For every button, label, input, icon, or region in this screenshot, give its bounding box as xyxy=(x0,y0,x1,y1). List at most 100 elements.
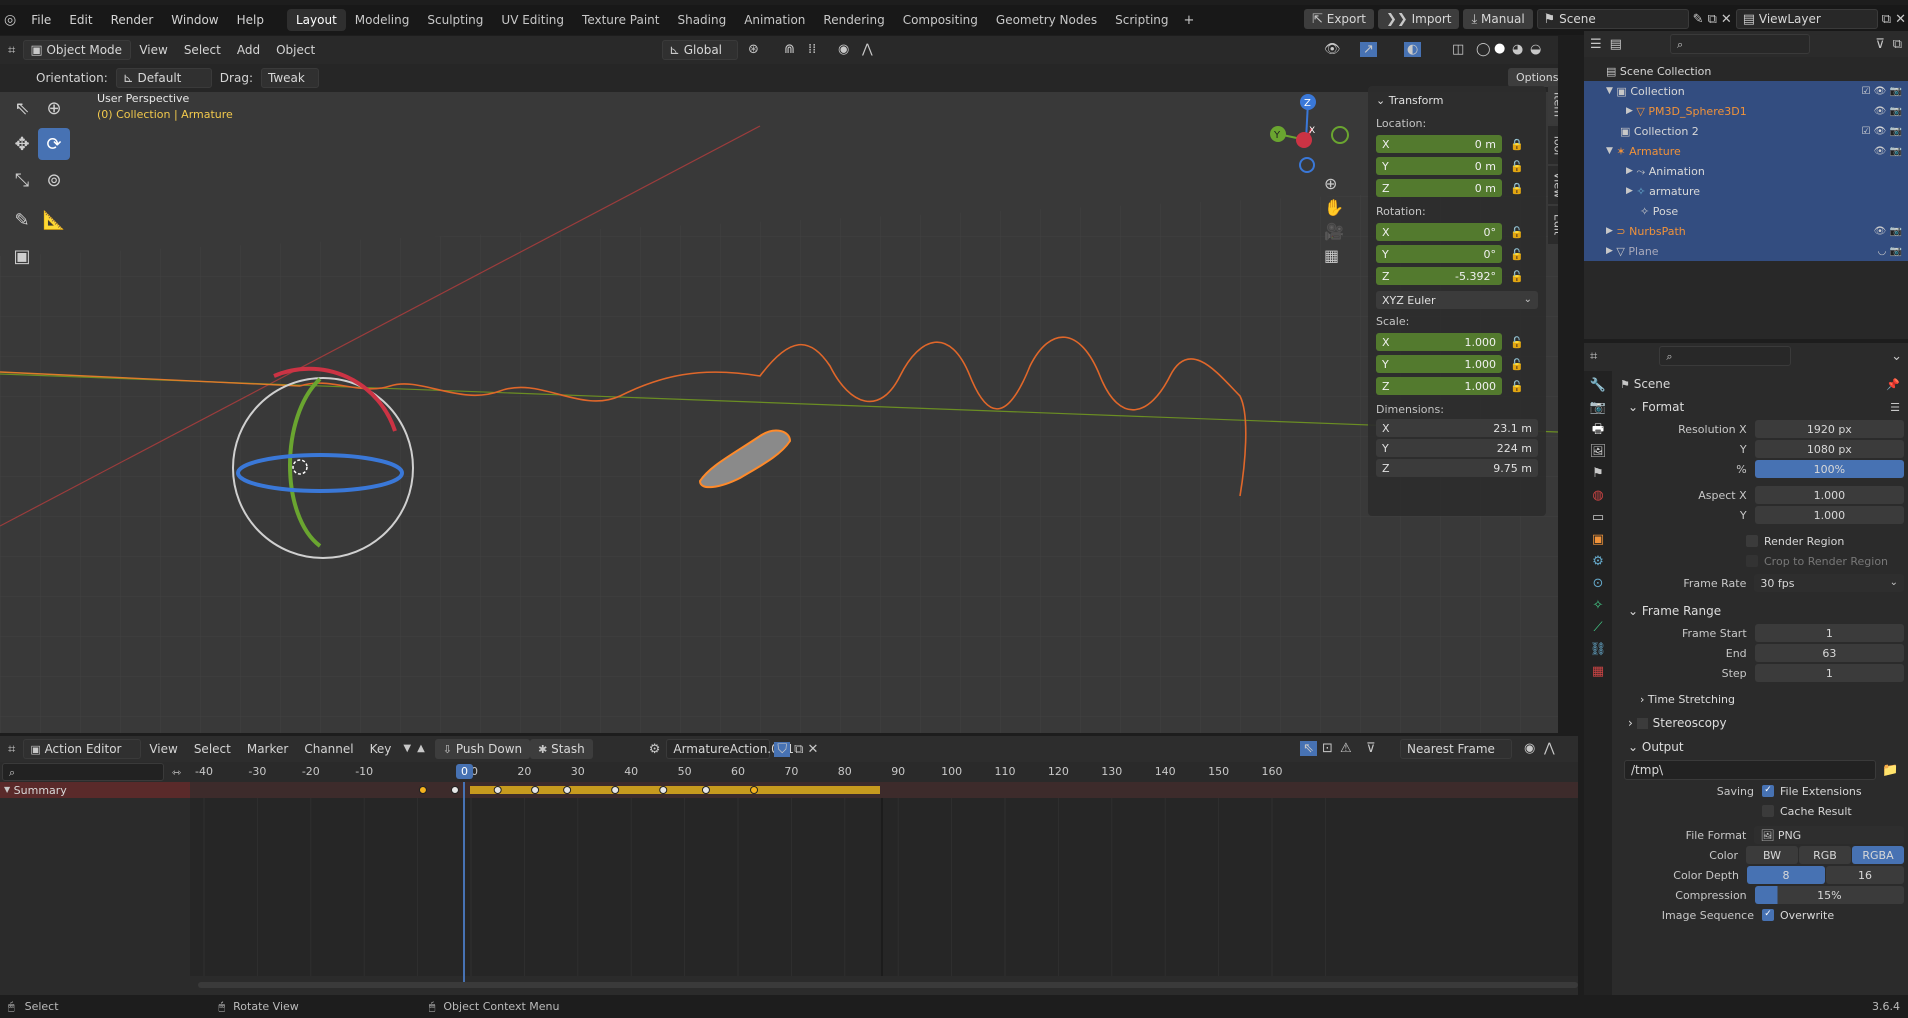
folder-icon[interactable]: 📁 xyxy=(1882,764,1898,777)
scale-tool-icon[interactable]: ⤡ xyxy=(6,164,38,196)
falloff-icon[interactable]: ⋀ xyxy=(862,43,873,56)
current-frame-indicator[interactable]: 0 xyxy=(456,764,473,779)
transform-tool-icon[interactable]: ⊚ xyxy=(38,164,70,196)
mode-selector[interactable]: ▣ Object Mode xyxy=(23,40,132,60)
manual-button[interactable]: ⤓ Manual xyxy=(1463,9,1533,29)
snap-icon[interactable]: ⋒ xyxy=(784,43,795,56)
menu-view[interactable]: View xyxy=(131,43,175,57)
color-rgba-option[interactable]: RGBA xyxy=(1852,846,1904,864)
tab-compositing[interactable]: Compositing xyxy=(894,9,987,31)
rotation-z-field[interactable]: Z -5.392° xyxy=(1376,267,1502,285)
frame-step-field[interactable]: 1 xyxy=(1754,664,1904,682)
editor-mode-dropdown[interactable]: ▣ Action Editor xyxy=(23,739,142,759)
unlock-icon[interactable]: 🔓 xyxy=(1510,249,1524,260)
tab-rendering[interactable]: Rendering xyxy=(814,9,893,31)
checkbox[interactable] xyxy=(1762,805,1774,817)
aspect-y-field[interactable]: 1.000 xyxy=(1754,506,1904,524)
view-layer-tab-icon[interactable]: 🖼 xyxy=(1590,445,1607,458)
unlock-icon[interactable]: 🔓 xyxy=(1510,271,1524,282)
scene-tab-icon[interactable]: ⚑ xyxy=(1592,467,1604,480)
action-name-field[interactable]: ArmatureAction.001 xyxy=(666,739,794,759)
keyframe-area[interactable] xyxy=(190,782,1578,995)
list-item[interactable]: ▶ ▽ Plane ◡ 📷 xyxy=(1584,241,1908,261)
scene-selector[interactable]: ⚑ Scene xyxy=(1536,9,1689,29)
scale-z-field[interactable]: Z 1.000 xyxy=(1376,377,1502,395)
errors-icon[interactable]: ⚠ xyxy=(1340,742,1352,755)
xray-icon[interactable]: ◫ xyxy=(1452,43,1464,56)
proportional-edit-icon[interactable]: ◉ xyxy=(838,43,849,56)
world-tab-icon[interactable]: ◍ xyxy=(1592,489,1603,502)
rotation-x-field[interactable]: X 0° xyxy=(1376,223,1502,241)
orientation-dropdown[interactable]: ⊾ Default xyxy=(115,68,212,88)
tab-layout[interactable]: Layout xyxy=(286,9,346,31)
unlock-icon[interactable]: 🔓 xyxy=(1510,359,1524,370)
tab-edit[interactable]: Edit xyxy=(1548,206,1558,244)
new-layer-icon[interactable]: ⧉ xyxy=(1882,13,1891,26)
render-region-checkbox[interactable]: Render Region xyxy=(1620,531,1904,551)
list-item[interactable]: ▶ ▽ PM3D_Sphere3D1 👁 📷 xyxy=(1584,101,1908,121)
cursor-tool-icon[interactable]: ⊕ xyxy=(38,92,70,124)
filter-icon[interactable]: ⊽ xyxy=(1875,38,1885,51)
snap-grid-icon[interactable]: ⁞⁞ xyxy=(808,43,816,56)
scale-x-field[interactable]: X 1.000 xyxy=(1376,333,1502,351)
menu-key[interactable]: Key xyxy=(362,742,400,756)
menu-render[interactable]: Render xyxy=(102,13,163,27)
resolution-x-field[interactable]: 1920 px xyxy=(1754,420,1904,438)
unlock-icon[interactable]: 🔓 xyxy=(1510,337,1524,348)
collection-tab-icon[interactable]: ▭ xyxy=(1592,511,1604,524)
presets-icon[interactable]: ☰ xyxy=(1890,402,1900,413)
solid-shading-icon[interactable]: ● xyxy=(1494,42,1505,55)
rotation-y-field[interactable]: Y 0° xyxy=(1376,245,1502,263)
depth-8-option[interactable]: 8 xyxy=(1747,866,1825,884)
pivot-icon[interactable]: ⊛ xyxy=(748,43,759,56)
browse-action-icon[interactable]: ⚙ xyxy=(649,743,661,756)
overlay-icon[interactable]: ◐ xyxy=(1404,42,1422,57)
only-selected-icon[interactable]: ⇖ xyxy=(1300,741,1317,756)
tab-sculpting[interactable]: Sculpting xyxy=(418,9,492,31)
list-item[interactable]: ▶ ✧ armature xyxy=(1584,181,1908,201)
checkbox[interactable] xyxy=(1746,555,1758,567)
menu-marker[interactable]: Marker xyxy=(239,742,296,756)
tab-view[interactable]: View xyxy=(1548,166,1558,204)
new-action-icon[interactable]: ⧉ xyxy=(794,743,803,756)
visibility-icons[interactable]: 👁 📷 xyxy=(1874,146,1902,157)
transform-panel-title[interactable]: ⌄ Transform xyxy=(1368,86,1546,111)
new-collection-icon[interactable]: ⧉ xyxy=(1893,38,1902,51)
editor-type-icon[interactable]: ⌗ xyxy=(8,44,15,57)
measure-tool-icon[interactable]: 📐 xyxy=(38,204,70,236)
list-item[interactable]: ▼ ✶ Armature 👁 📷 xyxy=(1584,141,1908,161)
visibility-icons[interactable]: 👁 📷 xyxy=(1874,106,1902,117)
tab-tool[interactable]: Tool xyxy=(1548,126,1558,164)
tab-texture-paint[interactable]: Texture Paint xyxy=(573,9,668,31)
physics-tab-icon[interactable]: ⊙ xyxy=(1593,577,1604,590)
tab-animation[interactable]: Animation xyxy=(735,9,814,31)
dimension-y-field[interactable]: Y 224 m xyxy=(1376,439,1538,457)
outliner-editor-icon[interactable]: ☰ xyxy=(1590,38,1602,51)
pin-icon[interactable]: 📌 xyxy=(1886,379,1900,390)
menu-edit[interactable]: Edit xyxy=(60,13,101,27)
unlock-icon[interactable]: 🔓 xyxy=(1510,381,1524,392)
dopesheet-editor-icon[interactable]: ⌗ xyxy=(8,743,15,756)
chevron-down-icon[interactable]: ⌄ xyxy=(1891,350,1902,363)
add-workspace-icon[interactable]: + xyxy=(1184,14,1195,27)
properties-editor-icon[interactable]: ⌗ xyxy=(1590,350,1597,363)
wireframe-shading-icon[interactable]: ◯ xyxy=(1476,43,1491,56)
pin-icon[interactable]: ✎ xyxy=(1693,13,1704,26)
crop-region-checkbox[interactable]: Crop to Render Region xyxy=(1620,551,1904,571)
move-down-icon[interactable]: ▼ xyxy=(403,744,411,754)
fake-user-icon[interactable]: ⛉ xyxy=(774,741,791,757)
frame-start-field[interactable]: 1 xyxy=(1754,624,1904,642)
menu-channel[interactable]: Channel xyxy=(296,742,361,756)
time-stretching-subpanel[interactable]: › Time Stretching xyxy=(1620,687,1904,711)
stash-button[interactable]: ✱ Stash xyxy=(530,739,593,759)
zoom-icon[interactable]: ⊕ xyxy=(1324,176,1344,192)
location-x-field[interactable]: X0 m xyxy=(1376,135,1502,153)
color-bw-option[interactable]: BW xyxy=(1746,846,1798,864)
bone-tab-icon[interactable]: ⟋ xyxy=(1593,621,1602,634)
menu-file[interactable]: File xyxy=(22,13,60,27)
new-scene-icon[interactable]: ⧉ xyxy=(1708,13,1717,26)
texture-tab-icon[interactable]: ▦ xyxy=(1592,665,1604,678)
camera-icon[interactable]: 🎥 xyxy=(1324,224,1344,240)
tool-tab-icon[interactable]: 🔧 xyxy=(1590,379,1606,392)
visibility-icons[interactable]: ☑ 👁 📷 xyxy=(1862,126,1902,137)
